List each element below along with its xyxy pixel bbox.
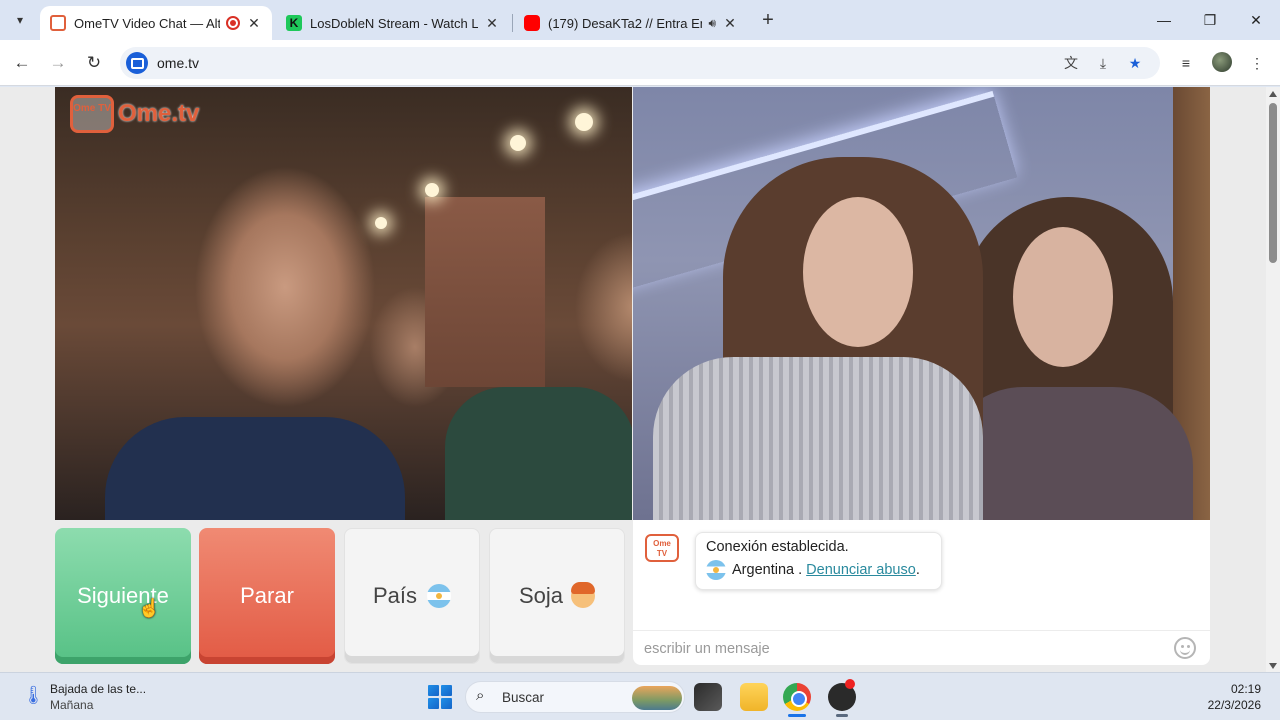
back-button[interactable]: ← bbox=[10, 51, 34, 75]
partner-info: Argentina . Denunciar abuso. bbox=[706, 560, 931, 580]
translate-icon[interactable]: 文 bbox=[1061, 53, 1081, 73]
close-icon[interactable]: ✕ bbox=[246, 15, 262, 32]
windows-taskbar: 🌡︎ Bajada de las te... Mañana ⌕ Buscar 0… bbox=[0, 672, 1280, 720]
person-green-hoodie bbox=[445, 387, 632, 520]
chrome-active-indicator bbox=[788, 714, 806, 717]
chat-logo-icon: Ome TV bbox=[645, 534, 679, 562]
ometv-favicon-icon bbox=[50, 15, 66, 31]
close-icon[interactable]: ✕ bbox=[722, 15, 738, 32]
media-control-icon[interactable]: ≡ bbox=[1175, 52, 1197, 74]
report-abuse-link[interactable]: Denunciar abuso bbox=[806, 562, 916, 578]
person-left-body bbox=[653, 357, 983, 520]
tab-search-icon[interactable]: ▾ bbox=[8, 8, 32, 32]
windows-start-icon[interactable] bbox=[428, 685, 452, 709]
person-right-face bbox=[1013, 227, 1113, 367]
install-app-icon[interactable]: ⤓ bbox=[1093, 53, 1113, 73]
tab-title: LosDobleN Stream - Watch Live bbox=[310, 15, 478, 31]
url-text[interactable]: ome.tv bbox=[157, 55, 199, 71]
kick-favicon-icon: K bbox=[286, 15, 302, 31]
tab-title: (179) DesaKTa2 // Entra En bbox=[548, 15, 703, 31]
gender-button[interactable]: Soja bbox=[489, 528, 625, 664]
light-bulb bbox=[575, 113, 593, 131]
remote-video bbox=[633, 87, 1210, 520]
local-video bbox=[55, 87, 632, 520]
search-icon: ⌕ bbox=[476, 687, 485, 704]
gender-button-label: Soja bbox=[518, 583, 564, 608]
restore-button[interactable]: ❐ bbox=[1188, 8, 1232, 32]
system-message: Conexión establecida. Argentina . Denunc… bbox=[695, 532, 942, 590]
person-foreground bbox=[105, 417, 405, 520]
weather-title[interactable]: Bajada de las te... bbox=[50, 682, 146, 696]
light-bulb bbox=[425, 183, 439, 197]
tab-divider bbox=[512, 14, 513, 32]
hand-cursor-icon: ☝ bbox=[138, 598, 161, 618]
speaker-icon[interactable]: 🔊︎ bbox=[708, 16, 716, 31]
boy-emoji-icon bbox=[571, 582, 596, 608]
brick-wall bbox=[425, 197, 545, 387]
logo-text: Ome.tv bbox=[118, 100, 200, 127]
light-bulb bbox=[510, 135, 526, 151]
country-button-label: País bbox=[372, 583, 418, 608]
recording-icon bbox=[226, 16, 240, 30]
page-scrollbar[interactable] bbox=[1266, 87, 1280, 672]
obs-studio-icon[interactable] bbox=[828, 679, 856, 711]
report-suffix: . bbox=[915, 561, 920, 578]
file-explorer-icon[interactable] bbox=[740, 683, 768, 711]
chrome-icon[interactable] bbox=[783, 683, 811, 711]
youtube-favicon-icon bbox=[524, 15, 540, 31]
taskbar-search[interactable]: ⌕ Buscar bbox=[465, 681, 685, 713]
bookmark-star-icon[interactable]: ★ bbox=[1125, 53, 1145, 73]
window-close-button[interactable]: ✕ bbox=[1234, 8, 1278, 32]
scroll-thumb[interactable] bbox=[1269, 103, 1277, 263]
scroll-up-arrow-icon[interactable] bbox=[1269, 91, 1277, 97]
stop-button-label: Parar bbox=[240, 583, 294, 608]
profile-avatar[interactable] bbox=[1212, 52, 1232, 72]
logo-tv-icon: Ome TV bbox=[70, 95, 114, 133]
weather-subtitle[interactable]: Mañana bbox=[50, 698, 93, 712]
tab-youtube[interactable]: (179) DesaKTa2 // Entra En 🔊︎ ✕ bbox=[514, 6, 748, 40]
minimize-button[interactable]: — bbox=[1142, 8, 1186, 32]
stop-button[interactable]: Parar bbox=[199, 528, 335, 664]
menu-kebab-icon[interactable]: ⋮ bbox=[1246, 52, 1268, 74]
country-button[interactable]: País bbox=[344, 528, 480, 664]
tab-title: OmeTV Video Chat — Alter bbox=[74, 15, 220, 31]
close-icon[interactable]: ✕ bbox=[484, 15, 500, 32]
tab-ometv[interactable]: OmeTV Video Chat — Alter ✕ bbox=[40, 6, 272, 40]
clock-time[interactable]: 02:19 bbox=[1231, 682, 1261, 696]
chat-panel: Ome TV Conexión establecida. Argentina .… bbox=[633, 520, 1210, 665]
connection-status: Conexión establecida. bbox=[706, 539, 849, 555]
task-view-icon[interactable] bbox=[694, 683, 722, 711]
argentina-flag-icon bbox=[427, 584, 452, 608]
scroll-down-arrow-icon[interactable] bbox=[1269, 663, 1277, 669]
thermometer-icon[interactable]: 🌡︎ bbox=[22, 685, 45, 706]
reload-button[interactable]: ↻ bbox=[82, 51, 106, 75]
clock-date[interactable]: 22/3/2026 bbox=[1208, 698, 1261, 712]
forward-button[interactable]: → bbox=[46, 51, 70, 75]
browser-toolbar: ← → ↻ ome.tv 文 ⤓ ★ ≡ ⋮ bbox=[0, 40, 1280, 86]
search-label: Buscar bbox=[502, 690, 545, 705]
search-highlight-image bbox=[632, 686, 682, 710]
next-button[interactable]: Siguiente bbox=[55, 528, 191, 664]
argentina-flag-icon bbox=[706, 560, 726, 580]
chat-message-input[interactable] bbox=[644, 639, 1164, 659]
partner-country: Argentina bbox=[732, 561, 795, 578]
emoji-picker-icon[interactable] bbox=[1174, 637, 1196, 659]
separator: . bbox=[794, 561, 807, 578]
light-bulb bbox=[375, 217, 387, 229]
ometv-logo: Ome TV Ome.tv bbox=[70, 95, 199, 133]
person-left-face bbox=[803, 197, 913, 347]
address-bar[interactable]: ome.tv 文 ⤓ ★ bbox=[120, 47, 1160, 79]
new-tab-button[interactable]: + bbox=[756, 8, 780, 32]
tab-strip: ▾ OmeTV Video Chat — Alter ✕ K LosDobleN… bbox=[0, 0, 1280, 40]
tab-losdoblen[interactable]: K LosDobleN Stream - Watch Live ✕ bbox=[276, 6, 510, 40]
site-info-icon[interactable] bbox=[126, 52, 148, 74]
chat-input-bar bbox=[633, 630, 1210, 665]
obs-running-indicator bbox=[836, 714, 848, 717]
